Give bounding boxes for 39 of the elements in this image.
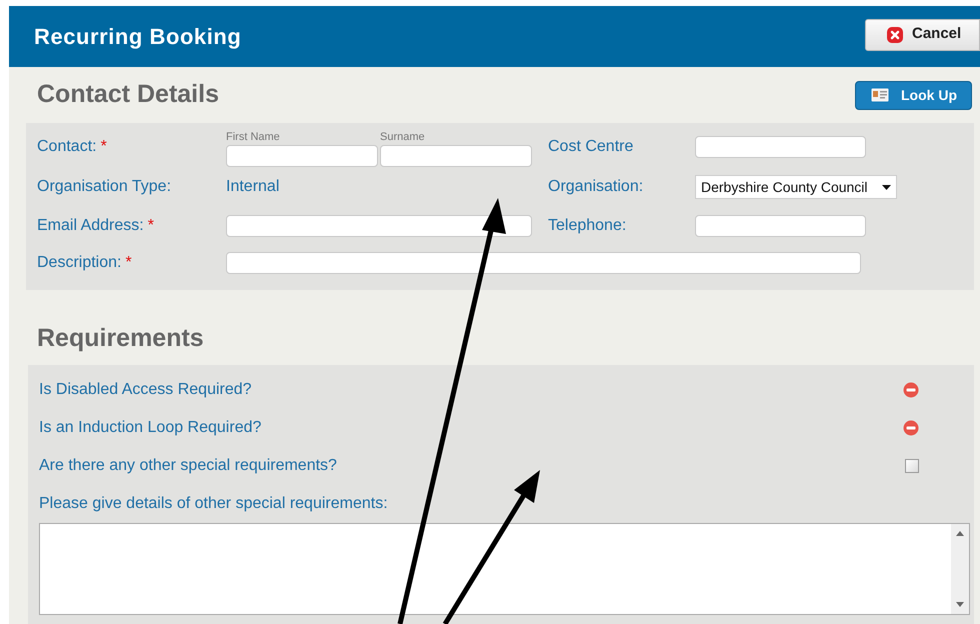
organisation-label: Organisation: [548, 177, 644, 197]
surname-field[interactable] [380, 145, 532, 167]
look-up-button[interactable]: Look Up [855, 80, 972, 110]
requirement-question: Are there any other special requirements? [39, 456, 337, 476]
email-field[interactable] [226, 214, 532, 236]
requirement-question: Is Disabled Access Required? [39, 380, 252, 400]
required-mark: * [125, 254, 132, 271]
scroll-down-icon[interactable] [956, 602, 964, 607]
cost-centre-label: Cost Centre [548, 137, 634, 157]
required-mark: * [100, 138, 107, 155]
organisation-dropdown[interactable]: Derbyshire County Council [695, 175, 897, 199]
requirement-question: Is an Induction Loop Required? [39, 418, 262, 438]
checkbox[interactable] [905, 459, 919, 473]
cancel-button[interactable]: Cancel [865, 18, 980, 50]
details-text-area[interactable] [39, 523, 970, 615]
description-label: Description: [37, 254, 122, 271]
minus-circle-icon [903, 420, 919, 436]
telephone-field[interactable] [695, 214, 866, 236]
section-heading: Contact Details [37, 79, 219, 110]
telephone-label: Telephone: [548, 216, 628, 236]
cost-centre-field[interactable] [695, 136, 866, 158]
section-heading: Requirements [37, 324, 204, 352]
scroll-up-icon[interactable] [956, 531, 964, 536]
contact-label: Contact: [37, 138, 97, 155]
scrollbar[interactable] [951, 524, 969, 614]
contact-card-icon [871, 88, 889, 102]
first-name-label: First Name [226, 130, 281, 144]
description-field[interactable] [226, 252, 861, 274]
details-label: Please give details of other special requirements: [39, 494, 388, 514]
first-name-field[interactable] [226, 145, 378, 167]
close-icon [886, 26, 904, 44]
organisation-type-value: Internal [226, 177, 280, 197]
minus-circle-icon [903, 382, 919, 398]
caret-icon [882, 184, 891, 190]
window-title: Recurring Booking [34, 23, 242, 51]
organisation-type-label: Organisation Type: [37, 177, 172, 197]
email-label: Email Address: [37, 216, 144, 234]
surname-label: Surname [380, 130, 426, 144]
required-mark: * [148, 216, 154, 234]
